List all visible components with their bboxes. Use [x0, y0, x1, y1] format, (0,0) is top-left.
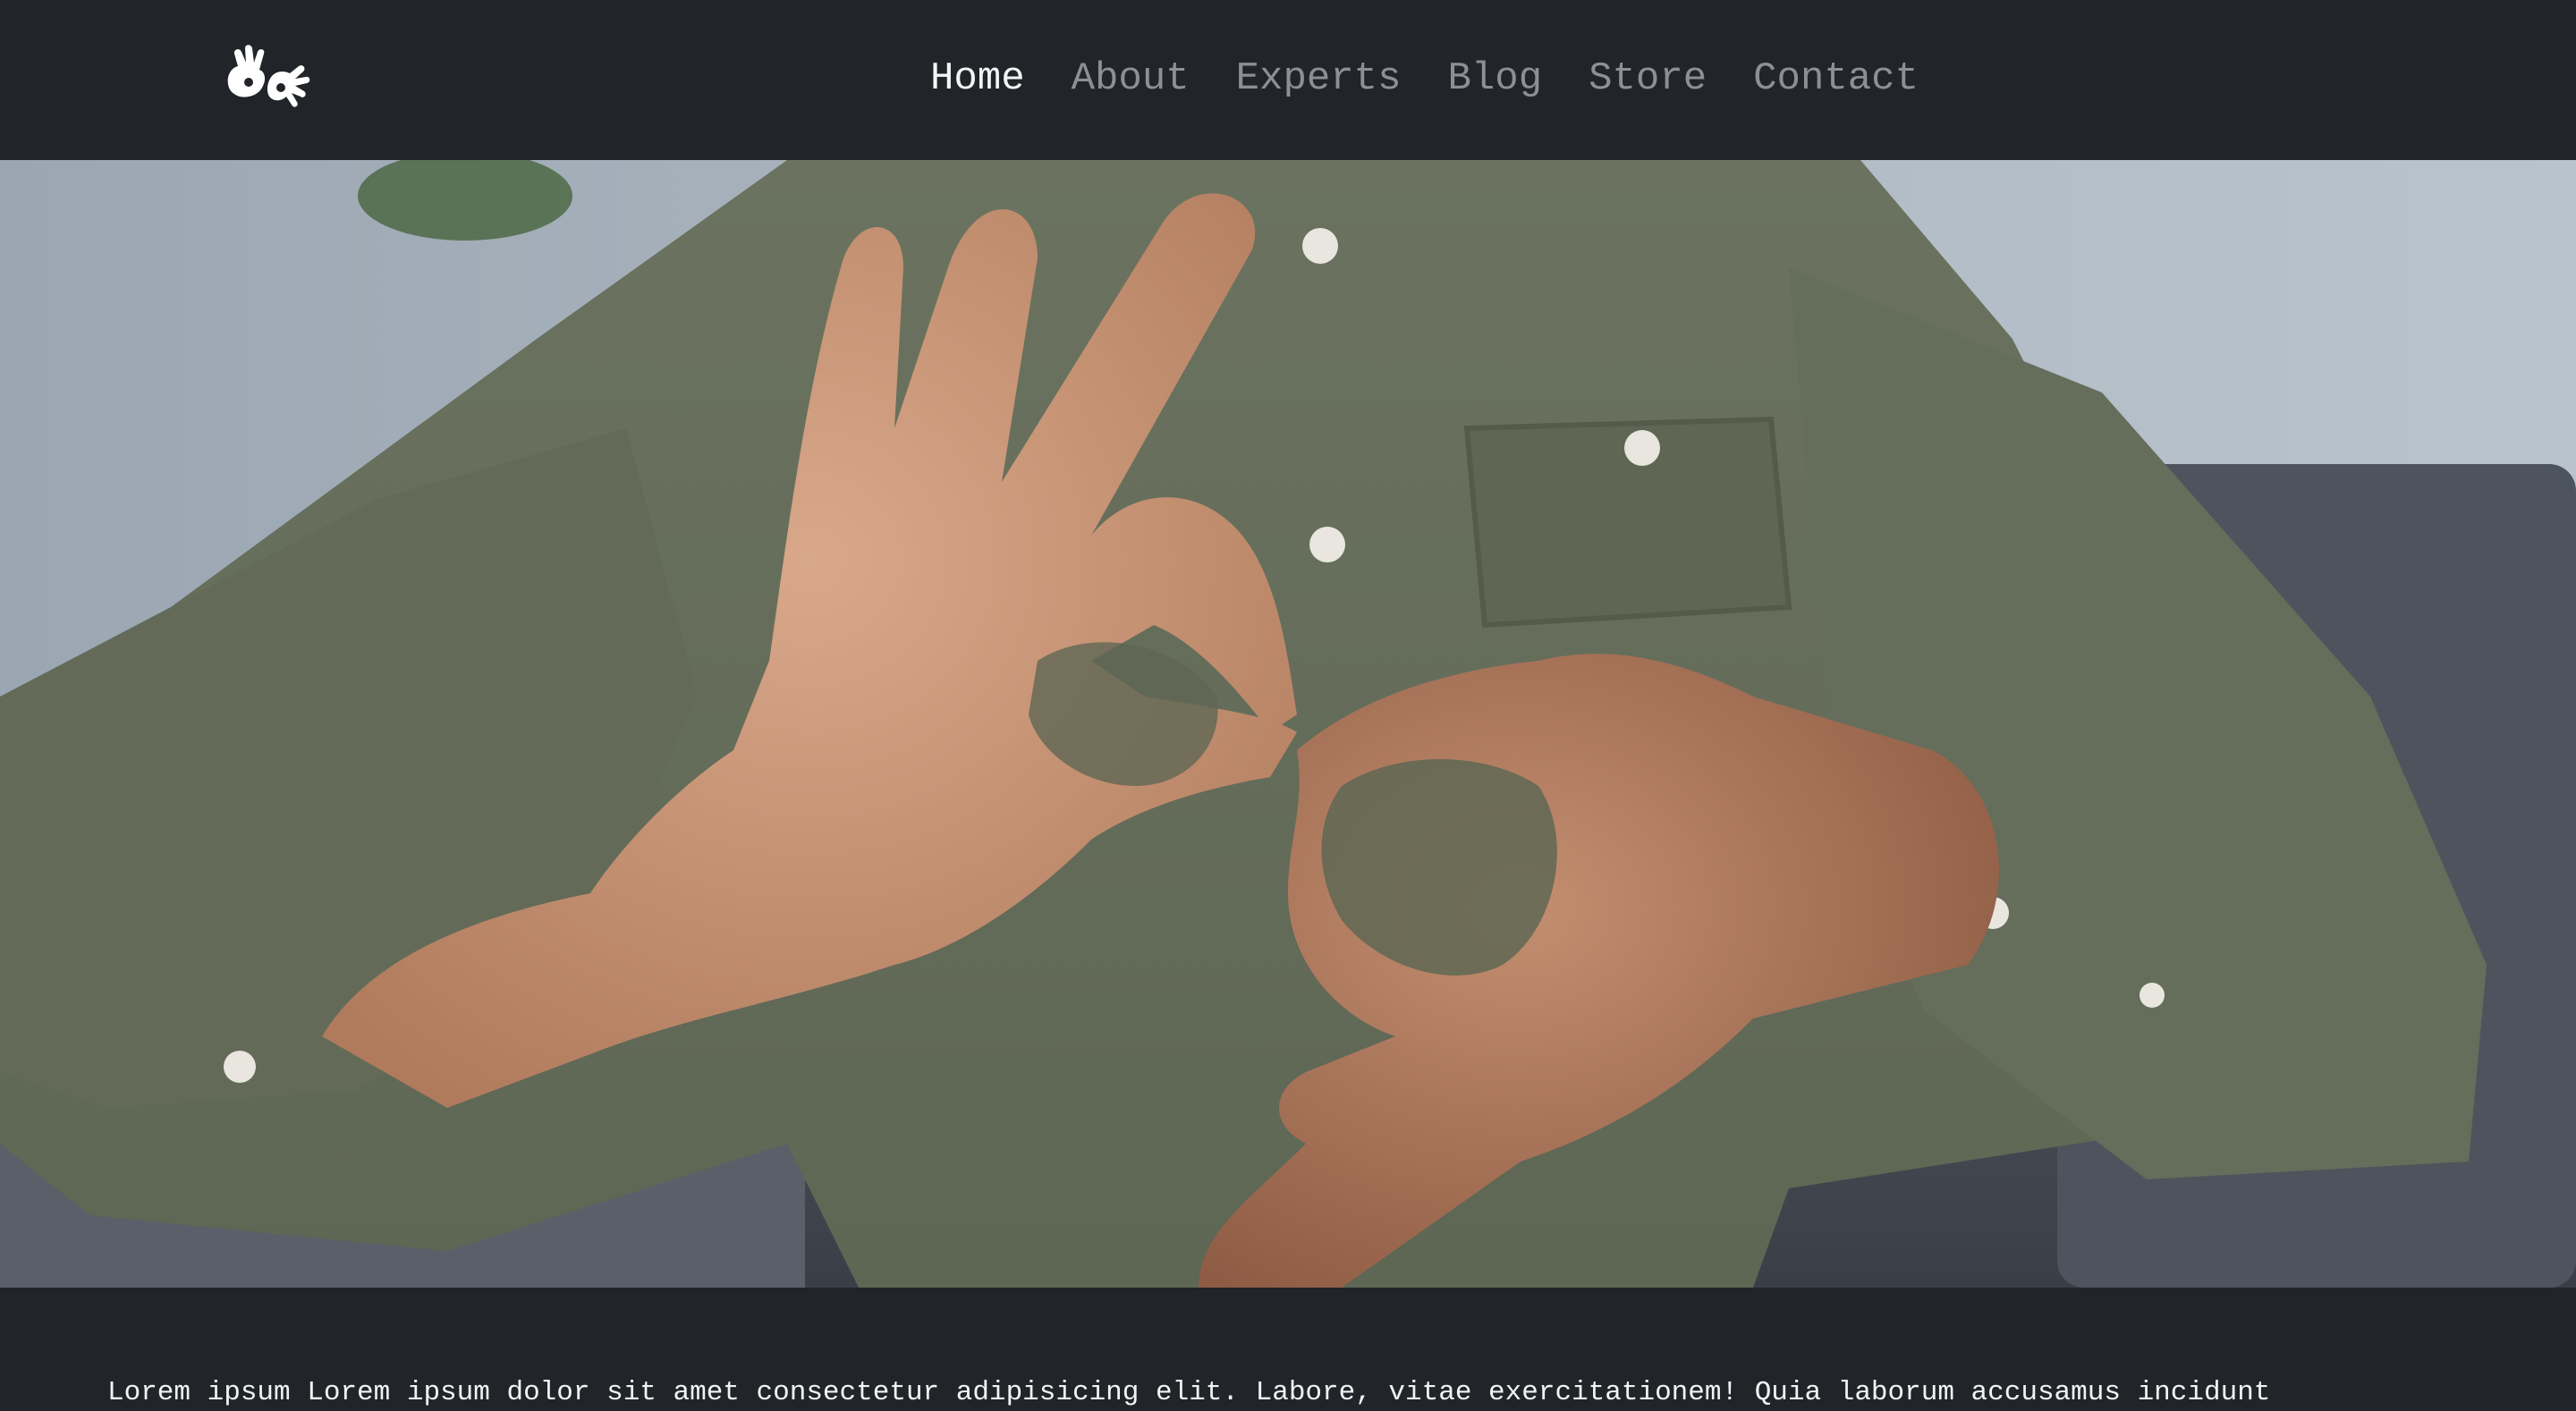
nav-link-about[interactable]: About [1072, 56, 1190, 101]
nav-link-blog[interactable]: Blog [1448, 56, 1543, 101]
nav-link-experts[interactable]: Experts [1236, 56, 1402, 101]
hands-signing-photo [0, 160, 2576, 1288]
main-nav: Home About Experts Blog Store Contact [930, 52, 1965, 106]
intro-text: Lorem ipsum Lorem ipsum dolor sit amet c… [107, 1377, 2271, 1408]
nav-link-home[interactable]: Home [930, 56, 1025, 101]
nav-link-contact[interactable]: Contact [1753, 56, 1919, 101]
nav-link-store[interactable]: Store [1589, 56, 1707, 101]
sign-language-logo-icon[interactable] [222, 43, 315, 118]
hero-image [0, 160, 2576, 1288]
intro-section: Lorem ipsum Lorem ipsum dolor sit amet c… [0, 1288, 2576, 1411]
navbar: Home About Experts Blog Store Contact [0, 0, 2576, 160]
